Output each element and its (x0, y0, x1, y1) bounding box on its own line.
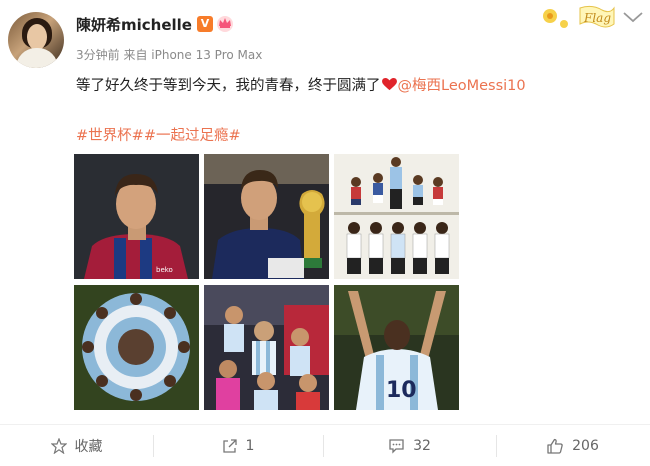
like-button[interactable]: 206 (496, 425, 650, 466)
post-meta: 3分钟前 来自 iPhone 13 Pro Max (76, 48, 263, 62)
username[interactable]: 陳妍希michelle (76, 14, 192, 35)
messi-arms-raised-icon: 10 (334, 285, 459, 410)
repost-button[interactable]: 1 (153, 425, 323, 466)
mention-link[interactable]: @梅西LeoMessi10 (398, 78, 526, 94)
post-image-6[interactable]: 10 (334, 285, 459, 410)
like-count: 206 (572, 438, 599, 454)
svg-text:beko: beko (156, 266, 173, 274)
avatar-body (16, 48, 58, 68)
post-content: 等了好久终于等到今天，我的青春，终于圆满了 @梅西LeoMessi10 (76, 74, 526, 95)
post-image-1[interactable]: beko (74, 154, 199, 279)
more-options-icon[interactable] (622, 10, 644, 24)
messi-world-cup-trophy-icon (204, 154, 329, 279)
hashtag-football[interactable]: #一起过足瘾# (144, 128, 241, 144)
messi-barcelona-portrait-icon: beko (74, 154, 199, 279)
verified-badge-icon: V (197, 16, 213, 32)
post-action-bar: 收藏 1 32 206 (0, 424, 650, 466)
comment-icon (389, 439, 404, 454)
member-crown-icon (217, 16, 233, 32)
comment-button[interactable]: 32 (323, 425, 496, 466)
post-image-5[interactable] (204, 285, 329, 410)
avatar[interactable] (8, 12, 64, 68)
avatar-face (27, 24, 47, 50)
star-icon (50, 438, 67, 454)
svg-text:Flag: Flag (583, 11, 611, 25)
weibo-post: 陳妍希michelle V 3分钟前 来自 iPhone 13 Pro Max … (0, 0, 650, 466)
svg-text:10: 10 (386, 378, 417, 403)
flag-sticker-icon: Flag (543, 5, 615, 28)
image-grid: beko 10 (74, 154, 460, 410)
share-icon (222, 439, 237, 453)
hashtag-row: #世界杯##一起过足瘾# (76, 124, 241, 145)
post-text: 等了好久终于等到今天，我的青春，终于圆满了 (76, 78, 381, 94)
post-image-4[interactable] (74, 285, 199, 410)
argentina-team-celebration-icon (204, 285, 329, 410)
post-image-2[interactable] (204, 154, 329, 279)
heart-emoji-icon (381, 78, 397, 91)
messi-cartoon-illustration-icon (334, 154, 459, 279)
hashtag-world-cup[interactable]: #世界杯# (76, 128, 144, 144)
argentina-team-huddle-icon (74, 285, 199, 410)
favorite-button[interactable]: 收藏 (0, 425, 153, 466)
thumbs-up-icon (547, 438, 563, 454)
comment-count: 32 (413, 438, 431, 454)
favorite-label: 收藏 (74, 439, 103, 455)
post-image-3[interactable] (334, 154, 459, 279)
repost-count: 1 (245, 438, 255, 454)
